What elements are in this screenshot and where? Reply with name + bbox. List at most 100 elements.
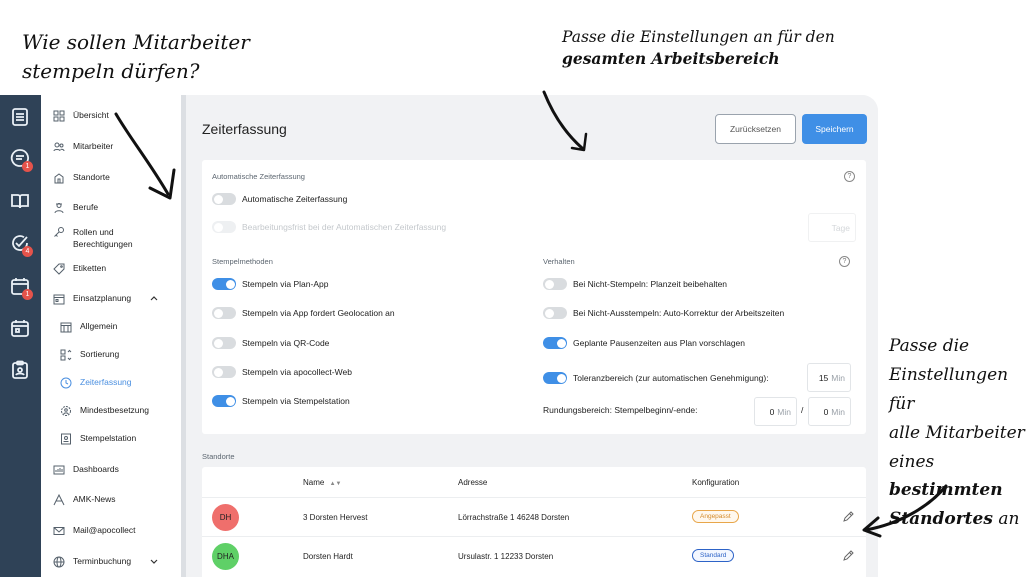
sidebar-item-label: Terminbuchung [73, 556, 132, 566]
clipboard-user-icon[interactable] [10, 360, 30, 380]
notification-badge: 1 [22, 161, 33, 172]
sidebar-item-berufe[interactable]: Berufe [53, 202, 98, 214]
annotation-right-line: eines [889, 451, 935, 472]
sidebar-item-mail[interactable]: Mail@apocollect [53, 525, 136, 537]
sidebar-item-standorte[interactable]: Standorte [53, 172, 110, 184]
status-badge: Standard [692, 549, 735, 562]
sidebar-item-einsatzplanung[interactable]: Einsatzplanung [53, 293, 171, 305]
toggle-switch [212, 221, 236, 233]
toggle-switch[interactable] [543, 337, 567, 349]
sidebar-item-sortierung[interactable]: Sortierung [60, 349, 119, 361]
cell-address: Lörrachstraße 1 46248 Dorsten [458, 513, 570, 522]
sort-icon[interactable]: ▲▼ [330, 481, 342, 487]
toggle-switch[interactable] [543, 307, 567, 319]
sidebar-item-label: Allgemein [80, 321, 118, 331]
calendar-icon [53, 293, 65, 305]
calendar-grid-icon[interactable] [10, 318, 30, 338]
edit-icon[interactable] [842, 510, 854, 522]
toggle-switch[interactable] [212, 395, 236, 407]
sidebar-item-label: Mitarbeiter [73, 141, 114, 151]
toggle-switch[interactable] [212, 307, 236, 319]
annotation-right-line: alle Mitarbeiter [889, 422, 1025, 443]
sidebar-item-amk-news[interactable]: AMK-News [53, 493, 116, 506]
rounding-label: Rundungsbereich: Stempelbeginn/-ende: [543, 405, 698, 415]
sidebar-item-label: Stempelstation [80, 433, 137, 443]
column-header-label: Name [303, 478, 325, 487]
input-value: 15 [818, 372, 829, 383]
list-icon[interactable] [10, 107, 30, 127]
toggle-row[interactable]: Stempeln via Plan-App [212, 278, 328, 290]
section-title-verhalten: Verhalten [543, 257, 575, 266]
toggle-label: Toleranzbereich (zur automatischen Geneh… [573, 373, 769, 383]
news-icon [53, 493, 65, 506]
tag-icon [53, 263, 65, 275]
edit-icon[interactable] [842, 549, 854, 561]
table-row[interactable]: DHA Dorsten Hardt Ursulastr. 1 12233 Dor… [202, 536, 866, 575]
toggle-switch[interactable] [212, 337, 236, 349]
notification-badge: 4 [22, 246, 33, 257]
column-header-name[interactable]: Name ▲▼ [303, 478, 341, 487]
annotation-top-line-bold: gesamten Arbeitsbereich [562, 49, 780, 69]
table-row[interactable]: DH 3 Dorsten Hervest Lörrachstraße 1 462… [202, 497, 866, 536]
toggle-row-tolerance[interactable]: Toleranzbereich (zur automatischen Geneh… [543, 372, 769, 384]
toggle-row[interactable]: Stempeln via apocollect-Web [212, 366, 352, 378]
gear-people-icon [60, 405, 72, 417]
status-badge: Angepasst [692, 510, 739, 523]
annotation-right-line: an [992, 509, 1020, 530]
toggle-row-auto[interactable]: Automatische Zeiterfassung [212, 193, 347, 205]
sidebar-item-terminbuchung[interactable]: Terminbuchung [53, 556, 171, 568]
unit-label: Min [831, 406, 845, 417]
sidebar-item-stempelstation[interactable]: Stempelstation [60, 433, 136, 445]
unit-label: Min [831, 372, 845, 383]
toggle-label: Bei Nicht-Stempeln: Planzeit beibehalten [573, 279, 728, 289]
reset-button[interactable]: Zurücksetzen [715, 114, 796, 144]
sidebar-item-zeiterfassung[interactable]: Zeiterfassung [60, 377, 132, 389]
toggle-row[interactable]: Bei Nicht-Ausstempeln: Auto-Korrektur de… [543, 307, 784, 319]
toggle-switch[interactable] [212, 193, 236, 205]
annotation-right-line: Einstellungen für [889, 364, 1009, 414]
chevron-up-icon[interactable] [149, 293, 159, 303]
sidebar-item-mitarbeiter[interactable]: Mitarbeiter [53, 141, 113, 153]
key-icon [53, 226, 65, 238]
help-icon[interactable]: ? [839, 256, 850, 267]
toggle-row[interactable]: Bei Nicht-Stempeln: Planzeit beibehalten [543, 278, 727, 290]
annotation-left-line: Wie sollen Mitarbeiter [22, 30, 250, 54]
sidebar-item-uebersicht[interactable]: Übersicht [53, 110, 109, 122]
toggle-row[interactable]: Geplante Pausenzeiten aus Plan vorschlag… [543, 337, 745, 349]
sidebar-item-label: Mindestbesetzung [80, 405, 149, 415]
toggle-row[interactable]: Stempeln via QR-Code [212, 337, 329, 349]
column-header-konfiguration: Konfiguration [692, 478, 740, 487]
notification-badge: 1 [22, 289, 33, 300]
sidebar-item-dashboards[interactable]: Dashboards [53, 464, 119, 476]
sidebar-item-label: Zeiterfassung [80, 377, 132, 387]
sidebar-item-label: Standorte [73, 172, 110, 182]
input-value: 0 [769, 406, 775, 417]
toggle-switch[interactable] [212, 278, 236, 290]
rounding-start-input[interactable]: 0 Min [754, 397, 797, 426]
users-icon [53, 141, 65, 153]
rounding-separator: / [801, 405, 804, 415]
sidebar-item-mindestbesetzung[interactable]: Mindestbesetzung [60, 405, 149, 417]
toggle-row[interactable]: Stempeln via Stempelstation [212, 395, 350, 407]
rounding-end-input[interactable]: 0 Min [808, 397, 851, 426]
chevron-down-icon[interactable] [149, 556, 159, 566]
tolerance-input[interactable]: 15 Min [807, 363, 851, 392]
annotation-left: Wie sollen Mitarbeiter stempeln dürfen? [22, 28, 262, 86]
sidebar-item-label: Rollen und Berechtigungen [73, 227, 133, 250]
toggle-row[interactable]: Stempeln via App fordert Geolocation an [212, 307, 395, 319]
sidebar-item-allgemein[interactable]: Allgemein [60, 321, 117, 333]
help-icon[interactable]: ? [844, 171, 855, 182]
sidebar-item-label: Dashboards [73, 464, 119, 474]
toggle-label: Bearbeitungsfrist bei der Automatischen … [242, 222, 447, 232]
toggle-switch[interactable] [543, 278, 567, 290]
toggle-switch[interactable] [543, 372, 567, 384]
sidebar-item-label: AMK-News [73, 494, 116, 504]
book-icon[interactable] [10, 191, 30, 211]
toggle-switch[interactable] [212, 366, 236, 378]
icon-rail: 1 4 1 [0, 95, 41, 577]
save-button[interactable]: Speichern [802, 114, 867, 144]
sort-icon [60, 349, 72, 361]
calendar-grid-icon [60, 321, 72, 333]
sidebar-item-rollen[interactable]: Rollen und Berechtigungen [53, 226, 133, 251]
sidebar-item-etiketten[interactable]: Etiketten [53, 263, 106, 275]
